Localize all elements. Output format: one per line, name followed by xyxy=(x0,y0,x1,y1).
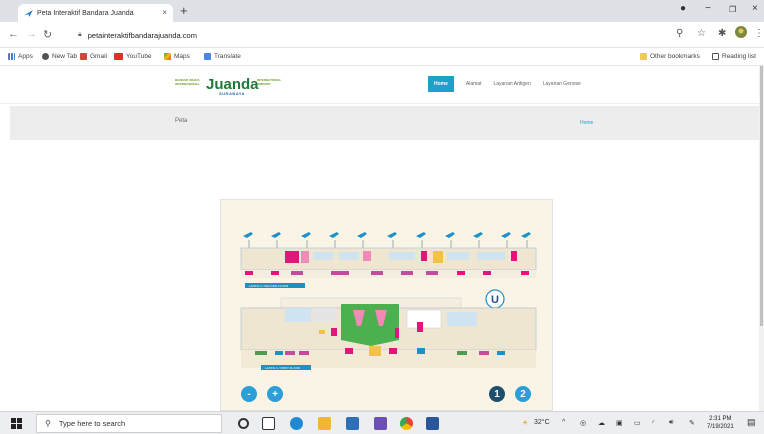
edge-icon[interactable] xyxy=(290,417,303,430)
new-tab-button[interactable]: + xyxy=(180,3,188,18)
page-scrollbar[interactable] xyxy=(759,66,764,411)
jet-bridges xyxy=(248,240,528,248)
browser-toolbar: ← → ↻ 🔒︎ petainteraktifbandarajuanda.com… xyxy=(0,22,764,48)
weather-icon[interactable]: ☀ xyxy=(522,419,528,427)
logo-left-text: BANDAR UDARA INTERNASIONAL xyxy=(175,78,200,86)
logo-city: SURABAYA xyxy=(219,91,245,96)
chrome-icon[interactable] xyxy=(400,417,413,430)
tab-title: Peta Interaktif Bandara Juanda xyxy=(37,9,134,17)
juanda-logo[interactable]: BANDAR UDARA INTERNASIONAL Juanda INTERN… xyxy=(175,76,282,96)
maps-icon xyxy=(164,53,171,60)
url-text: petainteraktifbandarajuanda.com xyxy=(87,30,197,40)
nav-layanan-antigen[interactable]: Layanan Antigen xyxy=(493,81,530,87)
pen-icon[interactable]: ✎ xyxy=(689,419,695,427)
reading-list-icon xyxy=(712,53,719,60)
search-icon: ⚲ xyxy=(45,419,51,428)
clock-time: 2:31 PM xyxy=(709,416,732,422)
system-clock[interactable]: 2:31 PM 7/19/2021 xyxy=(707,415,734,431)
apps-grid-icon xyxy=(8,53,15,60)
tray-monitor-icon[interactable]: ▣ xyxy=(616,419,623,427)
floor-2-button[interactable]: 2 xyxy=(515,386,531,402)
page-title-bar: Peta Home xyxy=(10,106,764,140)
photos-icon[interactable] xyxy=(374,417,387,430)
notification-icon[interactable]: ▤ xyxy=(747,417,756,428)
floor-1-button[interactable]: 1 xyxy=(489,386,505,402)
word-icon[interactable] xyxy=(426,417,439,430)
tray-app-icon[interactable]: ◎ xyxy=(580,419,586,427)
first-floor-label: LANTAI 1 / FIRST FLOOR xyxy=(265,366,301,370)
second-floor-label: LANTAI 2 / SECOND FLOOR xyxy=(249,284,289,288)
bookmark-gmail[interactable]: Gmail xyxy=(80,53,107,60)
back-arrow-icon[interactable]: ← xyxy=(8,28,19,40)
gmail-icon xyxy=(80,53,87,60)
network-icon[interactable]: ◜ xyxy=(652,419,655,427)
profile-circle-icon[interactable]: ● xyxy=(680,3,686,14)
u-badge-letter: U xyxy=(491,294,499,306)
page-title: Peta xyxy=(175,118,188,124)
tray-chevron-icon[interactable]: ^ xyxy=(562,419,565,426)
windows-start-icon[interactable] xyxy=(11,418,22,429)
lock-icon: 🔒︎ xyxy=(78,31,82,38)
forward-arrow-icon[interactable]: → xyxy=(26,28,37,40)
logo-right-text: INTERNATIONAL AIRPORT xyxy=(257,78,282,86)
folder-icon xyxy=(640,53,647,60)
bookmark-maps[interactable]: Maps xyxy=(164,53,190,60)
task-view-icon[interactable] xyxy=(262,417,275,430)
temperature[interactable]: 32°C xyxy=(534,419,550,426)
address-bar[interactable]: 🔒︎ petainteraktifbandarajuanda.com xyxy=(78,27,638,43)
bookmarks-bar: Apps New Tab Gmail YouTube Maps Translat… xyxy=(0,48,764,66)
browser-tab-bar: Peta Interaktif Bandara Juanda × + ● − ❐… xyxy=(0,0,764,22)
menu-dots-icon[interactable]: ⋮ xyxy=(754,28,764,39)
file-explorer-icon[interactable] xyxy=(318,417,331,430)
site-header: BANDAR UDARA INTERNASIONAL Juanda INTERN… xyxy=(0,66,764,104)
bookmark-translate[interactable]: Translate xyxy=(204,53,241,60)
browser-tab[interactable]: Peta Interaktif Bandara Juanda × xyxy=(18,4,173,22)
zoom-out-button[interactable]: - xyxy=(241,386,257,402)
floor-plan-image: LANTAI 2 / SECOND FLOOR U LANTAI 1 / FIR xyxy=(240,232,537,370)
avatar[interactable] xyxy=(735,26,747,41)
aircraft-icons xyxy=(243,232,531,238)
breadcrumb[interactable]: Home xyxy=(580,120,593,126)
extensions-icon[interactable]: ✱ xyxy=(718,28,726,39)
bookmark-apps[interactable]: Apps xyxy=(8,53,33,60)
globe-icon xyxy=(42,53,49,60)
taskbar-search-placeholder: Type here to search xyxy=(58,419,126,428)
airplane-favicon-icon xyxy=(24,9,33,17)
nav-layanan-genose[interactable]: Layanan Genose xyxy=(543,81,581,87)
youtube-icon xyxy=(114,53,123,60)
scrollbar-thumb[interactable] xyxy=(760,66,763,326)
taskbar-search-box[interactable]: ⚲ Type here to search xyxy=(36,414,222,433)
translate-icon xyxy=(204,53,211,60)
other-bookmarks[interactable]: Other bookmarks xyxy=(640,53,700,60)
reload-icon[interactable]: ↻ xyxy=(43,28,52,41)
garden-area xyxy=(341,304,399,346)
mail-icon[interactable] xyxy=(346,417,359,430)
reading-list[interactable]: Reading list xyxy=(712,53,756,60)
tab-close-icon[interactable]: × xyxy=(162,8,167,17)
volume-icon[interactable]: 🔊︎ xyxy=(669,419,673,427)
main-nav: Home Alamat Layanan Antigen Layanan Geno… xyxy=(428,76,587,92)
tray-cloud-icon[interactable]: ☁ xyxy=(598,419,605,427)
battery-icon[interactable]: ▭ xyxy=(634,419,641,427)
bookmark-new-tab[interactable]: New Tab xyxy=(42,53,77,60)
nav-home[interactable]: Home xyxy=(428,76,454,92)
cortana-icon[interactable] xyxy=(238,418,249,429)
bookmark-youtube[interactable]: YouTube xyxy=(114,53,152,60)
restore-button[interactable]: ❐ xyxy=(729,5,736,14)
airport-map[interactable]: LANTAI 2 / SECOND FLOOR U LANTAI 1 / FIR xyxy=(220,199,553,411)
second-floor-corridor xyxy=(241,270,536,278)
taskbar: ⚲ Type here to search ☀ 32°C ^ ◎ ☁ ▣ ▭ ◜… xyxy=(0,411,764,434)
close-window-button[interactable]: × xyxy=(752,3,758,14)
bookmark-star-icon[interactable]: ☆ xyxy=(697,28,706,39)
minimize-button[interactable]: − xyxy=(705,3,711,14)
zoom-icon[interactable]: ⚲ xyxy=(676,28,683,39)
zoom-in-button[interactable]: + xyxy=(267,386,283,402)
clock-date: 7/19/2021 xyxy=(707,424,734,430)
nav-alamat[interactable]: Alamat xyxy=(466,81,482,87)
